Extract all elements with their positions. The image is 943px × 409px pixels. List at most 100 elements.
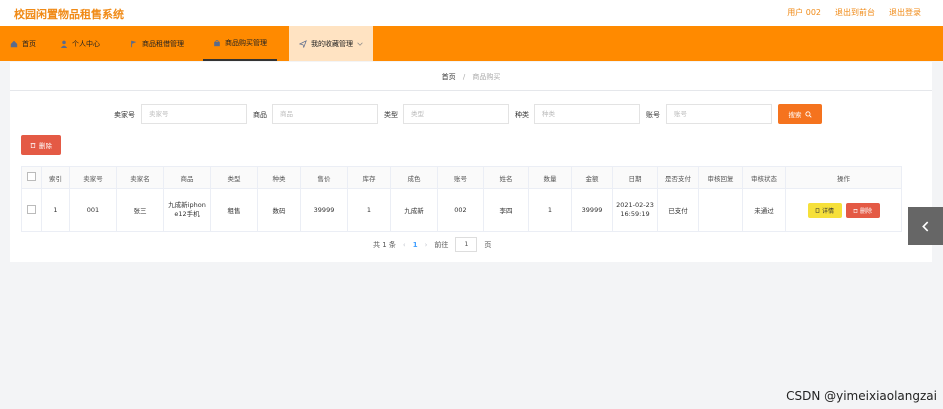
prev-page-icon[interactable]: ‹ (403, 241, 406, 249)
checkbox[interactable] (27, 204, 36, 214)
header-cell: 商品 (163, 166, 211, 189)
nav-label: 我的收藏管理 (311, 39, 353, 48)
header-cell: 卖家名 (116, 166, 164, 189)
search-icon (804, 110, 812, 118)
category-input[interactable]: 种类 (534, 104, 640, 124)
chevron-down-icon (357, 42, 363, 46)
seller-no-label: 卖家号 (114, 111, 135, 119)
cell-date: 2021-02-23 16:59:19 (612, 188, 658, 232)
main-nav: 首页 个人中心 商品租借管理 商品购买管理 我的收藏管理 (0, 26, 943, 61)
page-number[interactable]: 1 (413, 241, 418, 249)
category-label: 种类 (515, 111, 529, 119)
row-select[interactable] (21, 188, 42, 232)
divider (10, 90, 932, 91)
cell-type: 租售 (210, 188, 258, 232)
type-label: 类型 (384, 111, 398, 119)
cell-paid: 已支付 (657, 188, 699, 232)
nav-item-favorites-management[interactable]: 我的收藏管理 (289, 26, 373, 61)
cell-product: 九成新iphone12手机 (163, 188, 211, 232)
chevron-left-icon (922, 221, 929, 231)
trash-icon (853, 208, 858, 213)
user-link[interactable]: 用户 002 (787, 7, 821, 18)
nav-item-personal-center[interactable]: 个人中心 (50, 26, 110, 61)
header-cell: 卖家号 (69, 166, 117, 189)
table-header-row: 索引 卖家号 卖家名 商品 类型 种类 售价 库存 成色 账号 姓名 数量 金额… (21, 166, 902, 189)
home-icon (10, 40, 18, 47)
cell-condition: 九成新 (390, 188, 438, 232)
header-cell: 成色 (390, 166, 438, 189)
cell-status: 未通过 (742, 188, 786, 232)
header-cell: 类型 (210, 166, 258, 189)
nav-item-rental-management[interactable]: 商品租借管理 (120, 26, 194, 61)
nav-item-home[interactable]: 首页 (0, 26, 46, 61)
cell-name: 李四 (483, 188, 529, 232)
cell-category: 数码 (257, 188, 301, 232)
batch-delete-button[interactable]: 删除 (21, 135, 61, 155)
header-select-all[interactable] (21, 166, 42, 189)
document-icon (815, 207, 820, 213)
table-row: 1 001 张三 九成新iphone12手机 租售 数码 39999 1 九成新… (21, 188, 902, 232)
checkbox[interactable] (27, 172, 36, 181)
logout-link[interactable]: 退出登录 (889, 7, 921, 18)
detail-button[interactable]: 详情 (807, 202, 842, 218)
top-bar: 校园闲置物品租售系统 用户 002 退出到前台 退出登录 (0, 0, 943, 27)
nav-item-purchase-management[interactable]: 商品购买管理 (203, 26, 277, 61)
header-cell: 数量 (528, 166, 572, 189)
header-cell: 售价 (300, 166, 348, 189)
header-cell: 账号 (437, 166, 484, 189)
flag-icon (131, 40, 137, 47)
product-input[interactable]: 商品 (272, 104, 378, 124)
pagination: 共 1 条 ‹ 1 › 前往 1 页 (373, 237, 491, 252)
header-cell: 姓名 (483, 166, 529, 189)
trash-icon (30, 143, 36, 148)
breadcrumb: 首页 / 商品购买 (10, 72, 932, 82)
seller-no-input[interactable]: 卖家号 (141, 104, 247, 124)
goto-page-input[interactable]: 1 (455, 237, 478, 252)
cell-account: 002 (437, 188, 484, 232)
header-cell: 是否支付 (657, 166, 699, 189)
cell-quantity: 1 (528, 188, 572, 232)
cell-actions: 详情 删除 (785, 188, 902, 232)
type-input[interactable]: 类型 (403, 104, 509, 124)
send-icon (299, 39, 307, 48)
header-cell: 审核状态 (742, 166, 786, 189)
header-cell: 种类 (257, 166, 301, 189)
header-cell: 金额 (571, 166, 613, 189)
nav-label: 商品租借管理 (142, 39, 184, 48)
top-links: 用户 002 退出到前台 退出登录 (787, 7, 921, 18)
search-button[interactable]: 搜索 (778, 104, 822, 124)
product-label: 商品 (253, 111, 267, 119)
cell-seller-name: 张三 (116, 188, 164, 232)
goto-label: 前往 (434, 240, 449, 249)
cell-reply (698, 188, 743, 232)
header-cell: 审核回复 (698, 166, 743, 189)
side-toggle-button[interactable] (908, 207, 943, 245)
cell-stock: 1 (347, 188, 391, 232)
batch-delete-label: 删除 (39, 142, 52, 150)
bag-icon (214, 39, 220, 46)
data-table: 索引 卖家号 卖家名 商品 类型 种类 售价 库存 成色 账号 姓名 数量 金额… (21, 166, 902, 232)
header-cell: 库存 (347, 166, 391, 189)
header-cell: 操作 (785, 166, 902, 189)
nav-label: 商品购买管理 (225, 38, 267, 47)
search-button-label: 搜索 (788, 111, 802, 119)
account-input[interactable]: 账号 (666, 104, 772, 124)
to-frontend-link[interactable]: 退出到前台 (835, 7, 875, 18)
app-title: 校园闲置物品租售系统 (14, 8, 124, 21)
header-cell: 日期 (612, 166, 658, 189)
breadcrumb-home[interactable]: 首页 (442, 73, 456, 81)
delete-button[interactable]: 删除 (845, 202, 880, 218)
next-page-icon[interactable]: › (425, 241, 428, 249)
content-panel: 首页 / 商品购买 卖家号 卖家号 商品 商品 类型 类型 种类 种类 账号 账… (10, 62, 932, 262)
nav-label: 个人中心 (72, 39, 100, 48)
breadcrumb-separator: / (462, 73, 466, 81)
nav-label: 首页 (22, 39, 36, 48)
user-icon (60, 40, 68, 48)
watermark: CSDN @yimeixiaolangzai (786, 389, 937, 403)
account-label: 账号 (646, 111, 660, 119)
pagination-total: 共 1 条 (373, 240, 396, 249)
cell-index: 1 (41, 188, 70, 232)
page-unit-label: 页 (484, 240, 492, 249)
cell-amount: 39999 (571, 188, 613, 232)
delete-label: 删除 (859, 207, 872, 215)
